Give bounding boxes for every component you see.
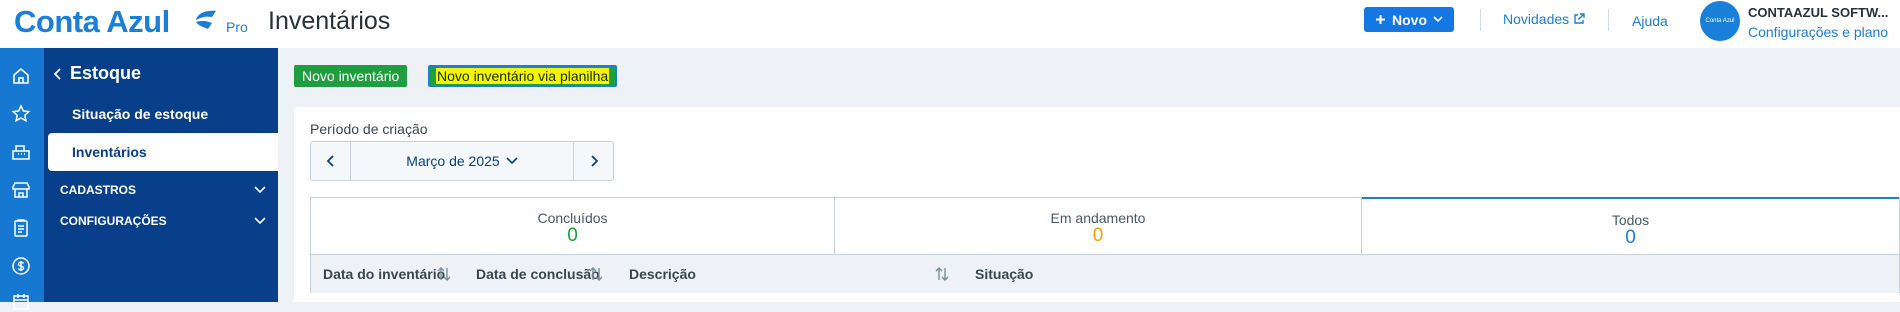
sort-icon[interactable] bbox=[933, 265, 951, 283]
tab-todos[interactable]: Todos 0 bbox=[1362, 197, 1899, 255]
tab-label: Em andamento bbox=[1050, 210, 1146, 226]
logo-mark-icon bbox=[196, 10, 216, 29]
clipboard-icon[interactable] bbox=[11, 218, 31, 238]
top-bar: Conta Azul Pro Inventários Novo Novidade… bbox=[0, 0, 1900, 48]
sidebar-section-label: CONFIGURAÇÕES bbox=[60, 214, 167, 228]
period-selector: Março de 2025 bbox=[310, 141, 614, 181]
next-period-button[interactable] bbox=[573, 142, 613, 180]
new-inventory-sheet-button[interactable]: Novo inventário via planilha bbox=[428, 65, 618, 87]
dollar-icon[interactable] bbox=[11, 256, 31, 276]
divider bbox=[1608, 9, 1609, 31]
cash-register-icon[interactable] bbox=[11, 142, 31, 162]
status-tabs: Concluídos 0 Em andamento 0 Todos 0 bbox=[310, 197, 1900, 255]
calendar-icon[interactable] bbox=[11, 292, 31, 312]
sidebar-item-situacao-estoque[interactable]: Situação de estoque bbox=[72, 106, 208, 122]
sort-icon[interactable] bbox=[587, 265, 605, 283]
column-data-conclusao[interactable]: Data de conclusão bbox=[476, 266, 600, 282]
chevron-down-icon bbox=[254, 186, 266, 194]
news-label: Novidades bbox=[1503, 11, 1570, 27]
back-to-estoque[interactable]: Estoque bbox=[54, 63, 141, 84]
sidebar-title: Estoque bbox=[70, 63, 142, 83]
sidebar-section-cadastros[interactable]: CADASTROS bbox=[60, 183, 266, 197]
news-link[interactable]: Novidades bbox=[1503, 11, 1585, 27]
sort-icon[interactable] bbox=[435, 265, 453, 283]
tab-label: Concluídos bbox=[537, 210, 608, 226]
chevron-down-icon bbox=[254, 217, 266, 225]
sidebar: Estoque Situação de estoque Inventários … bbox=[44, 48, 278, 302]
period-dropdown[interactable]: Março de 2025 bbox=[351, 142, 573, 180]
sidebar-item-inventarios[interactable]: Inventários bbox=[48, 133, 278, 171]
company-name[interactable]: CONTAAZUL SOFTW... bbox=[1748, 5, 1888, 20]
tab-label: Todos bbox=[1611, 212, 1650, 228]
period-label: Período de criação bbox=[310, 121, 428, 137]
plus-icon bbox=[1376, 15, 1385, 24]
new-button[interactable]: Novo bbox=[1364, 7, 1454, 32]
column-situacao[interactable]: Situação bbox=[975, 266, 1033, 282]
external-link-icon bbox=[1574, 13, 1585, 24]
settings-and-plan-link[interactable]: Configurações e plano bbox=[1748, 24, 1888, 40]
page-title: Inventários bbox=[268, 7, 391, 35]
tab-count: 0 bbox=[1625, 227, 1636, 248]
column-data-inventario[interactable]: Data do inventário bbox=[323, 266, 445, 282]
icon-bar bbox=[0, 48, 44, 310]
tab-concluidos[interactable]: Concluídos 0 bbox=[311, 198, 835, 254]
divider bbox=[1480, 9, 1481, 31]
column-descricao[interactable]: Descrição bbox=[629, 266, 696, 282]
help-link[interactable]: Ajuda bbox=[1632, 13, 1668, 29]
chevron-left-icon bbox=[54, 67, 61, 80]
new-inventory-button[interactable]: Novo inventário bbox=[294, 65, 408, 87]
star-icon[interactable] bbox=[11, 104, 31, 124]
avatar[interactable]: Conta Azul bbox=[1700, 1, 1740, 41]
tab-count: 0 bbox=[1092, 225, 1104, 246]
previous-period-button[interactable] bbox=[311, 142, 351, 180]
tab-em-andamento[interactable]: Em andamento 0 bbox=[835, 198, 1362, 254]
sidebar-item-label: Inventários bbox=[72, 144, 147, 160]
pro-badge: Pro bbox=[226, 19, 248, 35]
tab-count: 0 bbox=[567, 225, 578, 246]
home-icon[interactable] bbox=[11, 66, 31, 86]
chevron-down-icon bbox=[1433, 16, 1443, 23]
period-value: Março de 2025 bbox=[406, 153, 500, 169]
store-icon[interactable] bbox=[11, 180, 31, 200]
table-header: Data do inventário Data de conclusão Des… bbox=[310, 255, 1900, 293]
sidebar-section-label: CADASTROS bbox=[60, 183, 137, 197]
chevron-left-icon bbox=[326, 155, 334, 167]
sidebar-section-configuracoes[interactable]: CONFIGURAÇÕES bbox=[60, 214, 266, 228]
logo[interactable]: Conta Azul bbox=[14, 4, 170, 40]
chevron-down-icon bbox=[506, 157, 518, 165]
new-inventory-sheet-label: Novo inventário via planilha bbox=[436, 68, 610, 84]
inventory-card: Período de criação Março de 2025 Concluí… bbox=[294, 107, 1900, 302]
new-button-label: Novo bbox=[1392, 11, 1427, 28]
chevron-right-icon bbox=[590, 155, 598, 167]
